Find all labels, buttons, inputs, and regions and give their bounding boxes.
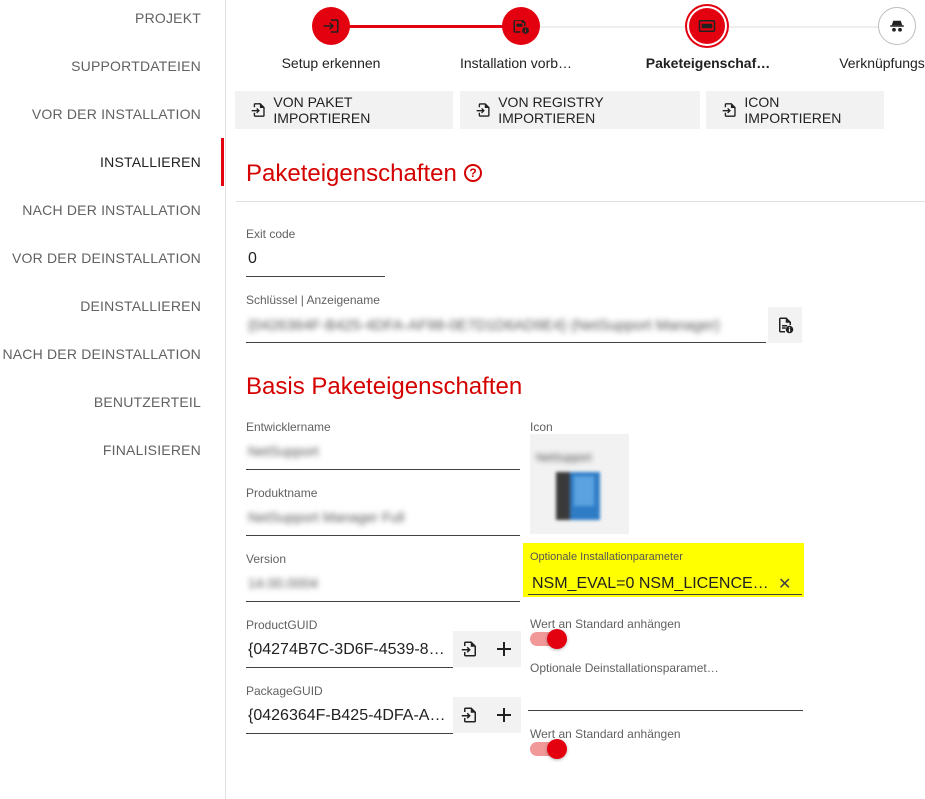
file-info-icon: [779, 317, 794, 334]
plus-icon: [497, 642, 511, 656]
optional-install-params-field[interactable]: NSM_EVAL=0 NSM_LICENCEE="…: [532, 575, 772, 593]
step-label-verknuepfungen: Verknüpfungs: [839, 55, 925, 71]
sidebar-item-finalisieren[interactable]: FINALISIEREN: [103, 442, 201, 458]
package-icon-preview[interactable]: NetSupport: [530, 434, 629, 534]
import-icon: [461, 641, 476, 657]
exit-code-underline: [246, 276, 385, 277]
import-from-package-button[interactable]: VON PAKET IMPORTIEREN: [235, 91, 453, 129]
step-setup-erkennen[interactable]: [312, 7, 350, 45]
import-icon: [461, 707, 476, 723]
import-icon-button[interactable]: ICON IMPORTIEREN: [706, 91, 884, 129]
stepper: Setup erkennen Installation vorb… Pakete…: [226, 0, 925, 80]
sidebar-item-supportdateien[interactable]: SUPPORTDATEIEN: [71, 58, 201, 74]
section-divider: [236, 201, 925, 202]
step-label-setup: Setup erkennen: [281, 55, 381, 71]
product-field[interactable]: NetSupport Manager Full: [248, 509, 518, 525]
key-label: Schlüssel | Anzeigename: [246, 293, 380, 307]
sidebar-item-nach-der-installation[interactable]: NACH DER INSTALLATION: [22, 202, 201, 218]
step-connector-done: [331, 25, 523, 28]
id-card-icon: [698, 20, 716, 32]
section-title-paketeigenschaften: Paketeigenschaften: [246, 160, 457, 187]
package-guid-label: PackageGUID: [246, 684, 323, 698]
incognito-icon: [890, 20, 904, 32]
exit-code-field[interactable]: 0: [248, 250, 384, 268]
developer-underline: [246, 469, 520, 470]
key-field[interactable]: {0426364F-B425-4DFA-AF98-0E7D1D6AD9E4} (…: [248, 317, 763, 334]
product-guid-label: ProductGUID: [246, 618, 318, 632]
version-label: Version: [246, 552, 287, 566]
sidebar-item-installieren[interactable]: INSTALLIEREN: [100, 154, 201, 170]
optional-uninstall-params-label: Optionale Deinstallationsparamet…: [530, 661, 719, 675]
import-from-package-label: VON PAKET IMPORTIEREN: [273, 94, 371, 126]
sidebar-item-vor-der-installation[interactable]: VOR DER INSTALLATION: [32, 106, 201, 122]
optional-install-params-label: Optionale Installationparameter: [530, 551, 683, 563]
clear-icon[interactable]: ✕: [778, 574, 791, 594]
product-underline: [246, 535, 520, 536]
step-paketeigenschaften[interactable]: [689, 8, 725, 44]
import-from-registry-button[interactable]: VON REGISTRY IMPORTIEREN: [460, 91, 700, 129]
import-icon: [722, 103, 736, 117]
append-default-toggle-2[interactable]: [530, 739, 567, 759]
product-guid-underline: [246, 667, 453, 668]
icon-label: Icon: [530, 420, 553, 434]
exit-code-label: Exit code: [246, 227, 296, 241]
key-underline: [246, 342, 766, 343]
optional-install-params-underline: [528, 594, 802, 595]
login-icon: [323, 19, 339, 33]
plus-icon: [497, 708, 511, 722]
package-guid-import-button[interactable]: [453, 697, 487, 733]
section-title-basis-paketeigenschaften: Basis Paketeigenschaften: [246, 373, 523, 400]
sidebar-item-deinstallieren[interactable]: DEINSTALLIEREN: [80, 298, 201, 314]
package-guid-field[interactable]: {0426364F-B425-4DFA-AF9…: [248, 707, 452, 725]
package-icon-image: [556, 472, 600, 520]
import-icon: [476, 103, 490, 117]
toggle-knob: [547, 629, 567, 649]
step-label-installation: Installation vorb…: [459, 55, 573, 71]
import-icon: [251, 103, 265, 117]
step-label-paketeigenschaften: Paketeigenschaf…: [645, 55, 771, 71]
sidebar-item-vor-der-deinstallation[interactable]: VOR DER DEINSTALLATION: [12, 250, 201, 266]
toggle-knob: [547, 739, 567, 759]
developer-field[interactable]: NetSupport: [248, 443, 518, 459]
import-icon-label: ICON IMPORTIEREN: [744, 94, 842, 126]
package-guid-underline: [246, 733, 453, 734]
product-label: Produktname: [246, 486, 318, 500]
step-installation-vorbereiten[interactable]: [502, 7, 540, 45]
help-icon[interactable]: ?: [464, 164, 482, 182]
sidebar-item-benutzerteil[interactable]: BENUTZERTEIL: [94, 394, 201, 410]
package-info-icon: [513, 20, 529, 34]
sidebar-active-indicator: [221, 138, 224, 186]
package-guid-add-button[interactable]: [487, 697, 521, 733]
optional-uninstall-params-underline: [528, 710, 803, 711]
product-guid-add-button[interactable]: [487, 631, 521, 667]
sidebar-item-projekt[interactable]: PROJEKT: [135, 10, 201, 26]
developer-label: Entwicklername: [246, 420, 331, 434]
package-icon-caption: NetSupport: [536, 452, 592, 464]
product-guid-import-button[interactable]: [453, 631, 487, 667]
import-from-registry-label: VON REGISTRY IMPORTIEREN: [498, 94, 604, 126]
sidebar-item-nach-der-deinstallation[interactable]: NACH DER DEINSTALLATION: [2, 346, 201, 362]
step-verknuepfungen[interactable]: [878, 7, 916, 45]
key-info-button[interactable]: [768, 307, 802, 343]
product-guid-field[interactable]: {04274B7C-3D6F-4539-834…: [248, 641, 452, 659]
version-underline: [246, 601, 520, 602]
sidebar: PROJEKT SUPPORTDATEIEN VOR DER INSTALLAT…: [0, 0, 226, 799]
version-field[interactable]: 14.00.0004: [248, 575, 518, 591]
append-default-toggle-1[interactable]: [530, 629, 567, 649]
